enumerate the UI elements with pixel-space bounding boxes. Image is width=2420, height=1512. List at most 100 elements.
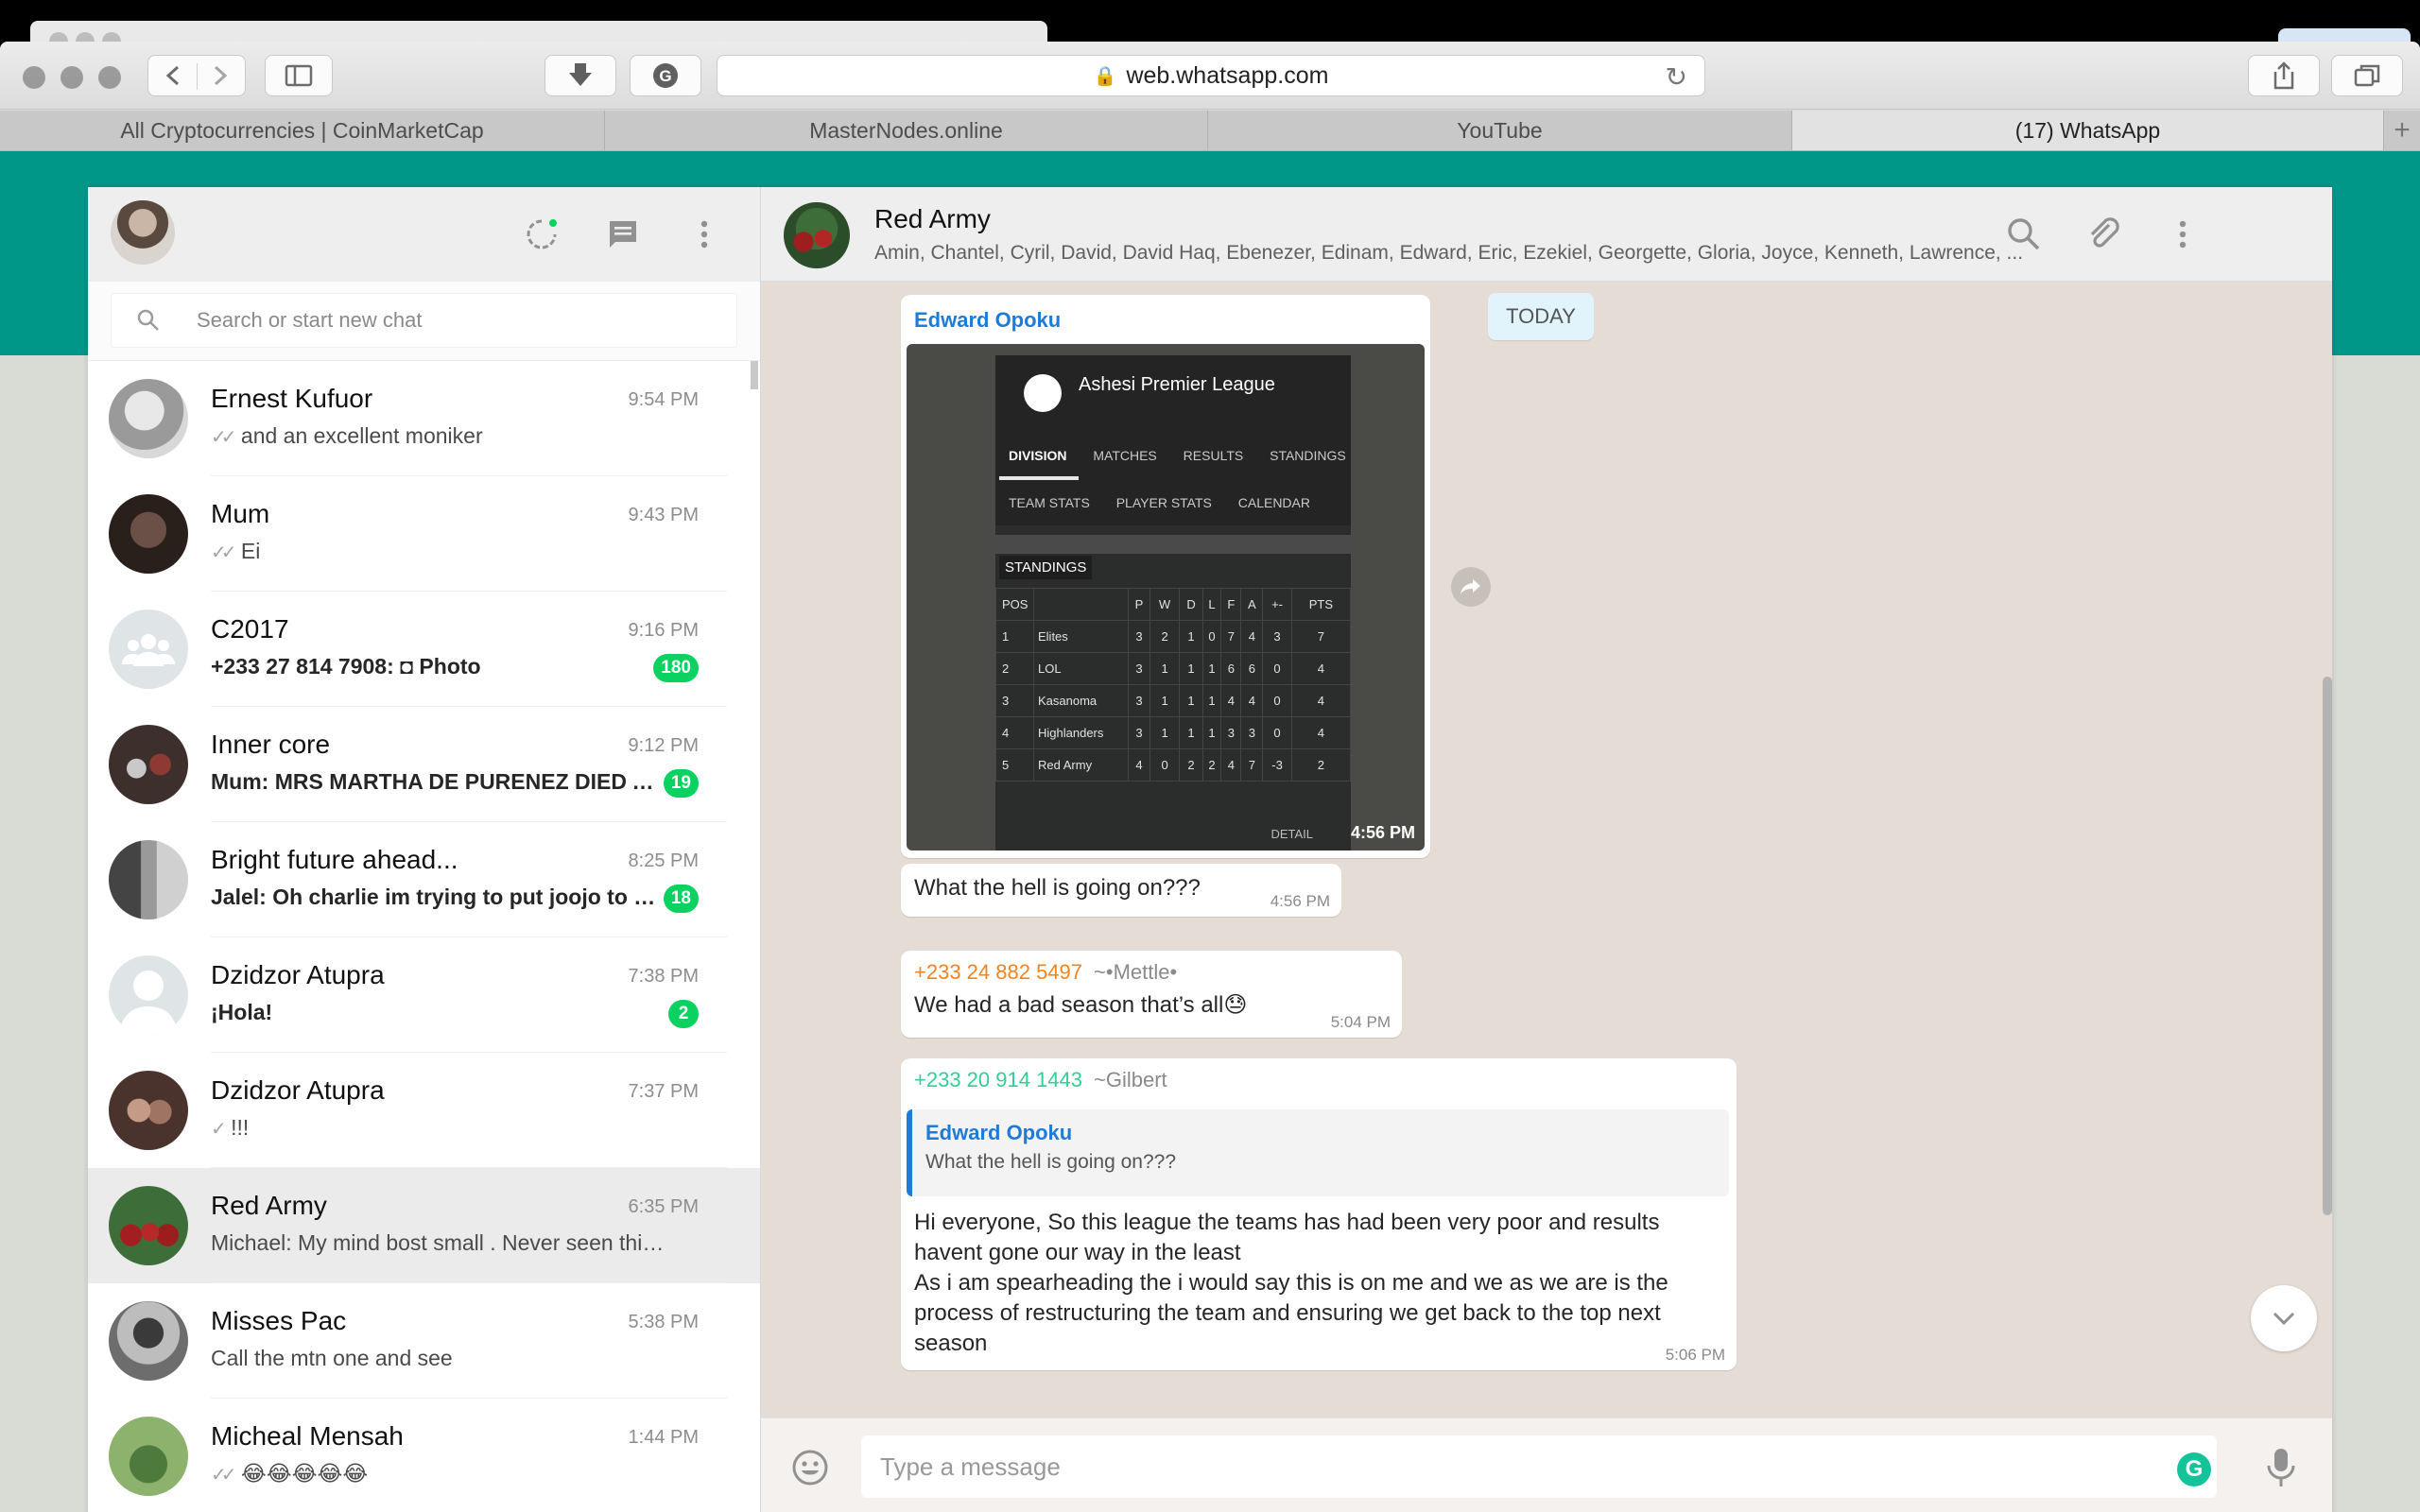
search-input[interactable] xyxy=(197,308,669,333)
back-icon[interactable] xyxy=(149,61,197,90)
chat-preview: +233 27 814 7908: ◘ Photo xyxy=(211,654,481,679)
address-bar[interactable]: 🔒 web.whatsapp.com ↻ xyxy=(717,55,1705,96)
tab-masternodes[interactable]: MasterNodes.online xyxy=(605,111,1208,150)
lock-icon: 🔒 xyxy=(1093,65,1117,87)
table-cell: 3 xyxy=(1240,716,1264,749)
chat-name: Micheal Mensah xyxy=(211,1421,404,1451)
menu-icon[interactable] xyxy=(685,215,723,253)
quoted-sender: Edward Opoku xyxy=(925,1121,1073,1144)
table-cell: 1 xyxy=(1149,716,1181,749)
grammarly-extension-button[interactable]: G xyxy=(630,55,701,96)
reload-icon[interactable]: ↻ xyxy=(1666,61,1687,93)
quoted-message[interactable]: Edward Opoku What the hell is going on??… xyxy=(907,1109,1729,1196)
message-input[interactable] xyxy=(861,1435,2217,1498)
group-avatar[interactable] xyxy=(784,202,850,268)
forward-button[interactable] xyxy=(1451,567,1491,607)
table-cell: 3 xyxy=(1128,652,1150,685)
chat-item-red-army[interactable]: Red Army 6:35 PM Michael: My mind bost s… xyxy=(88,1168,760,1283)
chat-list: Ernest Kufuor 9:54 PM ✓✓ and an excellen… xyxy=(88,361,760,1512)
chat-preview: ✓✓ and an excellent moniker xyxy=(211,423,665,449)
photo-attachment[interactable]: Ashesi Premier League DIVISION MATCHES R… xyxy=(907,344,1425,850)
photo-message[interactable]: Edward Opoku Ashesi Premier League DIVIS… xyxy=(901,295,1430,858)
search-icon[interactable] xyxy=(2005,215,2043,253)
forward-icon[interactable] xyxy=(197,61,244,90)
chat-item-mum[interactable]: Mum 9:43 PM ✓✓ Ei xyxy=(88,476,760,592)
tab-coinmarketcap[interactable]: All Cryptocurrencies | CoinMarketCap xyxy=(0,111,605,150)
avatar xyxy=(109,610,188,689)
read-ticks-icon: ✓✓ xyxy=(211,542,236,563)
text-message[interactable]: What the hell is going on??? 4:56 PM xyxy=(901,864,1341,917)
read-ticks-icon: ✓✓ xyxy=(211,427,236,448)
search-box xyxy=(111,293,737,348)
text-message[interactable]: +233 24 882 5497 ~•Mettle• We had a bad s… xyxy=(901,951,1402,1038)
screenshot-title: Ashesi Premier League xyxy=(1079,374,1275,395)
reply-message[interactable]: +233 20 914 1443 ~Gilbert Edward Opoku Wh… xyxy=(901,1058,1737,1370)
tab-whatsapp[interactable]: (17) WhatsApp xyxy=(1792,111,2384,150)
tab-overview-button[interactable] xyxy=(2331,55,2403,96)
message-time: 5:06 PM xyxy=(1665,1346,1725,1364)
chat-item-c2017[interactable]: C2017 9:16 PM +233 27 814 7908: ◘ Photo … xyxy=(88,592,760,707)
downloads-button[interactable] xyxy=(544,55,616,96)
menu-icon[interactable] xyxy=(2164,215,2202,253)
chat-item-misses-pac[interactable]: Misses Pac 5:38 PM Call the mtn one and … xyxy=(88,1283,760,1399)
col-team xyxy=(1033,588,1129,621)
message-sender: +233 20 914 1443 xyxy=(914,1068,1083,1091)
tab-youtube[interactable]: YouTube xyxy=(1208,111,1792,150)
attach-icon[interactable] xyxy=(2084,215,2122,253)
message-sender: Edward Opoku xyxy=(914,308,1062,332)
chat-body: Dzidzor Atupra 7:38 PM ¡Hola! 2 xyxy=(211,937,727,1053)
sidebar-toggle-button[interactable] xyxy=(265,55,333,96)
table-cell: 7 xyxy=(1290,620,1352,653)
chat-item-ernest-kufuor[interactable]: Ernest Kufuor 9:54 PM ✓✓ and an excellen… xyxy=(88,361,760,476)
avatar xyxy=(109,725,188,804)
chat-body: Bright future ahead... 8:25 PM Jalel: Oh… xyxy=(211,822,727,937)
chat-preview: Michael: My mind bost small . Never seen… xyxy=(211,1230,665,1255)
chat-body: C2017 9:16 PM +233 27 814 7908: ◘ Photo … xyxy=(211,592,727,707)
share-button[interactable] xyxy=(2248,55,2320,96)
close-window-button[interactable] xyxy=(23,66,45,89)
tabs-icon xyxy=(2354,64,2380,87)
conversation-header[interactable]: Red Army Amin, Chantel, Cyril, David, Da… xyxy=(761,187,2332,282)
chat-item-dzidzor-atupra-2[interactable]: Dzidzor Atupra 7:37 PM ✓ !!! xyxy=(88,1053,760,1168)
status-icon[interactable] xyxy=(523,215,561,253)
table-row: 1 Elites 3 2 1 0 7 4 3 7 xyxy=(995,620,1352,653)
chat-name: Bright future ahead... xyxy=(211,845,458,874)
minimize-window-button[interactable] xyxy=(60,66,83,89)
grammarly-icon[interactable]: G xyxy=(2177,1452,2211,1486)
table-cell: -3 xyxy=(1262,748,1292,782)
message-sender-line: +233 20 914 1443 ~Gilbert xyxy=(914,1068,1167,1092)
microphone-icon[interactable] xyxy=(2264,1447,2298,1488)
table-cell: 0 xyxy=(1262,684,1292,717)
chat-body: Misses Pac 5:38 PM Call the mtn one and … xyxy=(211,1283,727,1399)
chat-time: 7:37 PM xyxy=(628,1081,699,1102)
scroll-down-button[interactable] xyxy=(2251,1285,2317,1351)
table-cell: LOL xyxy=(1033,652,1129,685)
table-cell: 5 xyxy=(995,748,1034,782)
new-tab-button[interactable]: + xyxy=(2384,111,2420,150)
emoji-icon[interactable] xyxy=(791,1449,829,1486)
chat-item-dzidzor-atupra-1[interactable]: Dzidzor Atupra 7:38 PM ¡Hola! 2 xyxy=(88,937,760,1053)
chat-item-micheal-mensah[interactable]: Micheal Mensah 1:44 PM ✓✓ 😂😂😂😂😂 xyxy=(88,1399,760,1512)
unread-badge: 180 xyxy=(653,654,699,682)
table-cell: 0 xyxy=(1201,620,1222,653)
chat-time: 9:16 PM xyxy=(628,620,699,641)
sender-alias: ~•Mettle• xyxy=(1094,960,1178,984)
col-gd: +- xyxy=(1262,588,1292,621)
zoom-window-button[interactable] xyxy=(98,66,121,89)
table-row: 2 LOL 3 1 1 1 6 6 0 4 xyxy=(995,652,1352,685)
my-avatar[interactable] xyxy=(111,200,175,265)
tab-bar: All Cryptocurrencies | CoinMarketCap Mas… xyxy=(0,111,2420,151)
col-w: W xyxy=(1149,588,1181,621)
avatar xyxy=(109,1071,188,1150)
download-icon xyxy=(569,63,592,86)
table-cell: 6 xyxy=(1240,652,1264,685)
new-chat-icon[interactable] xyxy=(604,215,642,253)
chat-item-bright-future-ahead[interactable]: Bright future ahead... 8:25 PM Jalel: Oh… xyxy=(88,822,760,937)
screenshot-divider xyxy=(995,535,1351,554)
chat-item-inner-core[interactable]: Inner core 9:12 PM Mum: MRS MARTHA DE PU… xyxy=(88,707,760,822)
table-cell: 3 xyxy=(1128,684,1150,717)
scrollbar[interactable] xyxy=(2323,677,2332,1215)
avatar xyxy=(109,955,188,1035)
table-cell: 1 xyxy=(1201,652,1222,685)
chat-body: Dzidzor Atupra 7:37 PM ✓ !!! xyxy=(211,1053,727,1168)
